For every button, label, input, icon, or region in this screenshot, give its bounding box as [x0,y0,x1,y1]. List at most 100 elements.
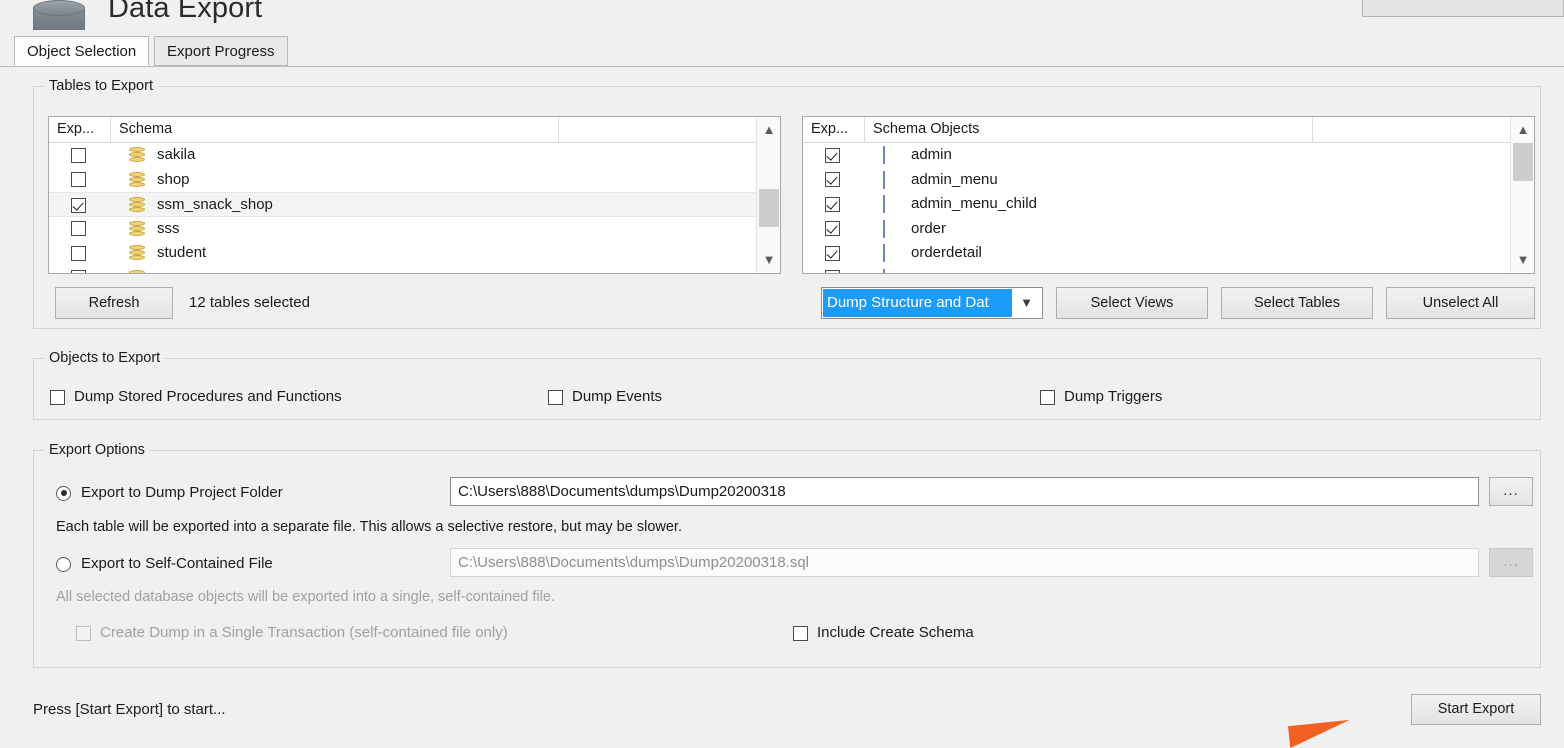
chevron-down-icon[interactable]: ▼ [1012,289,1041,317]
schema-row-checkbox[interactable] [71,172,86,188]
radio-button[interactable] [56,485,71,501]
object-row-checkbox[interactable] [825,245,840,261]
file-hint-text: All selected database objects will be ex… [56,589,555,605]
table-row[interactable]: sakila [49,143,780,168]
table-row[interactable] [803,266,1534,273]
chevron-down-icon[interactable]: ▼ [757,249,780,271]
table-icon [883,170,900,189]
objects-col-schema-objects: Schema Objects [865,117,1313,142]
table-row[interactable]: ssm_snack_shop [49,192,780,217]
schema-icon [129,269,146,273]
tables-selected-count: 12 tables selected [189,294,310,311]
tab-object-selection[interactable]: Object Selection [14,36,150,66]
title-bar: Data Export [0,0,1564,30]
dump-type-select[interactable]: Dump Structure and Dat ▼ [821,287,1043,319]
schema-col-extra [559,117,759,142]
schema-icon [129,197,146,214]
schema-icon [129,220,146,238]
object-row-checkbox[interactable] [825,270,840,273]
object-row-label: admin_menu [911,170,998,188]
table-row[interactable]: orderdetail [803,241,1534,266]
schema-row-checkbox[interactable] [71,245,86,261]
table-row[interactable]: sss [49,217,780,242]
include-create-schema-checkbox[interactable]: Include Create Schema [793,624,974,642]
unselect-all-button[interactable]: Unselect All [1386,287,1535,319]
schema-row-checkbox[interactable] [71,147,86,163]
schema-icon [129,171,146,189]
schema-row-label: sss [157,219,180,237]
tab-strip: Object Selection Export Progress [0,36,1564,67]
browse-folder-button[interactable]: ... [1489,477,1533,506]
select-tables-button[interactable]: Select Tables [1221,287,1373,319]
single-transaction-label: Create Dump in a Single Transaction (sel… [100,624,508,642]
object-row-checkbox[interactable] [825,196,840,212]
table-icon [883,268,900,273]
object-row-checkbox[interactable] [825,221,840,237]
table-row[interactable]: admin_menu [803,168,1534,193]
annotation-arrow-icon [1288,719,1352,748]
dump-events-label: Dump Events [572,388,663,406]
schema-row-checkbox[interactable] [71,270,86,273]
table-row[interactable]: shop [49,168,780,193]
checkbox-box[interactable] [793,625,808,641]
objects-col-extra [1313,117,1513,142]
radio-button[interactable] [56,556,71,572]
refresh-button[interactable]: Refresh [55,287,173,319]
table-icon [883,244,900,262]
schema-row-checkbox[interactable] [71,197,86,213]
dump-triggers-checkbox[interactable]: Dump Triggers [1040,388,1162,406]
top-right-panel [1362,0,1564,17]
schema-icon [129,147,146,164]
object-row-label: order [911,219,947,237]
schema-row-label: ssm_snack_shop [157,196,273,213]
chevron-down-icon[interactable]: ▼ [1511,249,1534,271]
dump-stored-procedures-checkbox[interactable]: Dump Stored Procedures and Functions [50,388,342,406]
schema-list-rows: sakila shop ssm_snack_shop sss student [49,143,780,273]
database-icon [33,0,85,40]
dump-events-checkbox[interactable]: Dump Events [548,388,662,406]
table-icon [883,219,900,238]
scrollbar-thumb[interactable] [1513,143,1533,181]
schema-list-header: Exp... Schema [49,117,780,143]
dump-type-value: Dump Structure and Dat [823,289,1012,317]
tab-export-progress[interactable]: Export Progress [154,36,288,66]
schema-col-schema: Schema [111,117,559,142]
checkbox-box[interactable] [548,389,563,405]
object-row-label: admin_menu_child [911,195,1037,212]
schema-list[interactable]: Exp... Schema sakila shop ssm_snack_shop… [48,116,781,274]
objects-col-export: Exp... [803,117,865,142]
object-row-checkbox[interactable] [825,147,840,163]
export-to-file-radio[interactable]: Export to Self-Contained File [56,555,273,573]
scrollbar-thumb[interactable] [759,189,779,227]
schema-row-checkbox[interactable] [71,221,86,237]
export-to-folder-radio[interactable]: Export to Dump Project Folder [56,484,283,502]
export-options-legend: Export Options [44,442,150,458]
object-row-checkbox[interactable] [825,172,840,188]
object-row-label: orderdetail [911,244,982,261]
chevron-up-icon[interactable]: ▲ [1511,119,1534,141]
schema-objects-list[interactable]: Exp... Schema Objects admin admin_menu a… [802,116,1535,274]
table-row[interactable]: admin_menu_child [803,192,1534,217]
select-views-button[interactable]: Select Views [1056,287,1208,319]
checkbox-box[interactable] [50,389,65,405]
chevron-up-icon[interactable]: ▲ [757,119,780,141]
file-path-input[interactable]: C:\Users\888\Documents\dumps\Dump2020031… [450,548,1479,577]
objects-list-header: Exp... Schema Objects [803,117,1534,143]
table-row[interactable]: admin [803,143,1534,168]
schema-row-label: shop [157,170,190,188]
table-icon [883,195,900,213]
objects-list-scrollbar[interactable]: ▲ ▼ [1510,117,1534,273]
folder-hint-text: Each table will be exported into a separ… [56,519,682,535]
schema-icon [129,245,146,262]
table-row[interactable]: student [49,241,780,266]
include-create-schema-label: Include Create Schema [817,624,974,642]
folder-path-input[interactable]: C:\Users\888\Documents\dumps\Dump2020031… [450,477,1479,506]
table-row[interactable]: order [803,217,1534,242]
checkbox-box[interactable] [1040,389,1055,405]
start-export-button[interactable]: Start Export [1411,694,1541,725]
dump-stored-procedures-label: Dump Stored Procedures and Functions [74,388,342,406]
schema-list-scrollbar[interactable]: ▲ ▼ [756,117,780,273]
table-row[interactable] [49,266,780,273]
checkbox-box [76,625,91,641]
objects-list-rows: admin admin_menu admin_menu_child order … [803,143,1534,273]
